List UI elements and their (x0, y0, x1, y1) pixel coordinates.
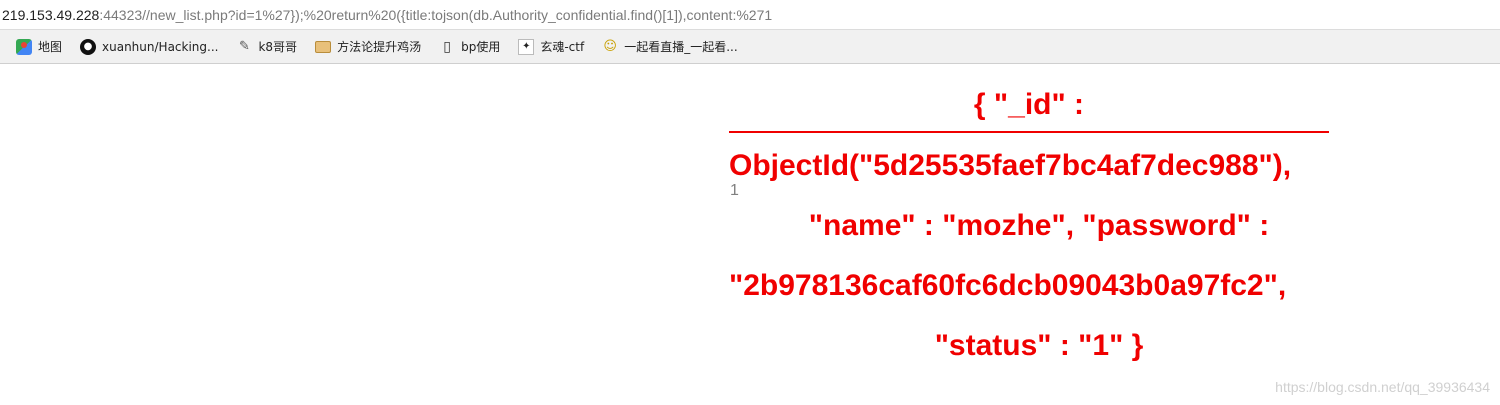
result-line-2: ObjectId("5d25535faef7bc4af7dec988"), (729, 149, 1292, 182)
url-host: 219.153.49.228 (2, 6, 100, 23)
bookmark-k8[interactable]: ✎ k8哥哥 (230, 35, 303, 59)
bookmark-label: bp使用 (461, 40, 501, 54)
bookmark-github[interactable]: ● xuanhun/Hacking... (74, 35, 224, 59)
watermark: https://blog.csdn.net/qq_39936434 (1275, 379, 1490, 395)
result-line-1: { "_id" : (729, 85, 1329, 133)
open-book-icon: ▯ (443, 38, 451, 55)
ctf-icon: ✦ (518, 38, 535, 55)
bookmark-label: xuanhun/Hacking... (102, 39, 219, 54)
map-icon (16, 38, 32, 55)
bookmark-label: k8哥哥 (258, 40, 298, 54)
result-line-4: "2b978136caf60fc6dcb09043b0a97fc2", (729, 269, 1287, 302)
result-line-5: "status" : "1" } (934, 329, 1144, 362)
bookmark-bp[interactable]: ▯ bp使用 (433, 35, 506, 59)
bookmark-ctf[interactable]: ✦ 玄魂-ctf (512, 35, 590, 59)
bookmark-label: 方法论提升鸡汤 (337, 40, 422, 54)
bookmark-live[interactable]: ☺ 一起看直播_一起看... (596, 35, 743, 59)
live-icon: ☺ (603, 38, 617, 54)
address-bar[interactable]: 219.153.49.228:44323//new_list.php?id=1%… (0, 0, 1500, 30)
bookmark-label: 地图 (38, 40, 63, 54)
book-icon (315, 40, 332, 53)
bookmark-map[interactable]: 地图 (10, 35, 68, 59)
bookmark-methodology[interactable]: 方法论提升鸡汤 (309, 35, 427, 59)
bookmark-label: 一起看直播_一起看... (624, 40, 738, 54)
bookmarks-bar: 地图 ● xuanhun/Hacking... ✎ k8哥哥 方法论提升鸡汤 ▯… (0, 30, 1500, 64)
k8-icon: ✎ (239, 38, 250, 54)
page-number: 1 (730, 182, 739, 199)
query-result: { "_id" : ObjectId("5d25535faef7bc4af7de… (729, 85, 1349, 385)
github-icon: ● (80, 38, 97, 55)
url-path: :44323//new_list.php?id=1%27});%20return… (99, 6, 773, 23)
bookmark-label: 玄魂-ctf (540, 40, 585, 54)
result-line-3: "name" : "mozhe", "password" : (808, 209, 1270, 242)
page-content: { "_id" : ObjectId("5d25535faef7bc4af7de… (0, 65, 1500, 405)
